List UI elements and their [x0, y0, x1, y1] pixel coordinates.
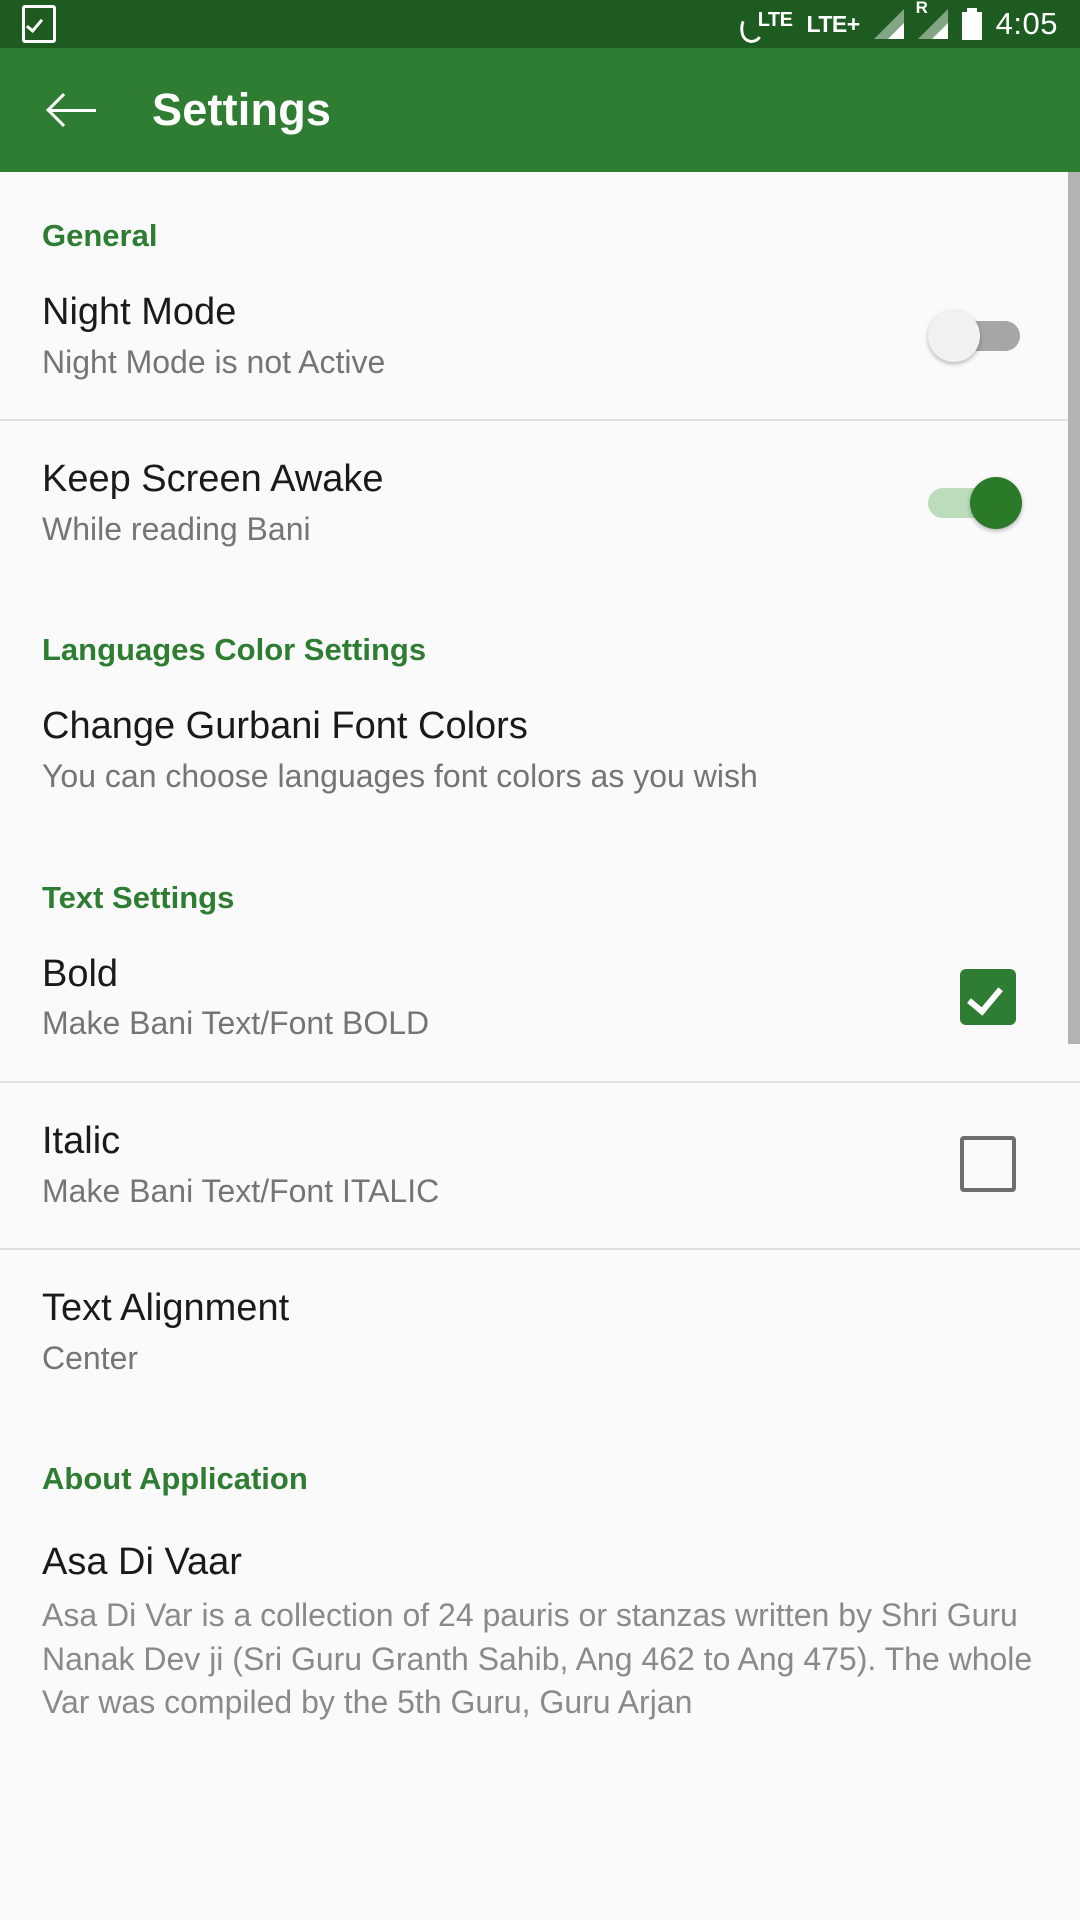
- row-text: Change Gurbani Font Colors You can choos…: [42, 704, 1038, 795]
- signal-bars-icon-2: [917, 9, 948, 39]
- row-text: Italic Make Bani Text/Font ITALIC: [42, 1119, 960, 1210]
- setting-subtitle: Center: [42, 1339, 139, 1376]
- row-text: Bold Make Bani Text/Font BOLD: [42, 952, 960, 1043]
- bold-checkbox[interactable]: [960, 969, 1016, 1026]
- status-bar: LTE LTE+ R 4:05: [0, 0, 1080, 48]
- back-arrow-icon[interactable]: [46, 83, 100, 137]
- row-text: Text Alignment Center: [42, 1286, 1038, 1377]
- setting-subtitle: While reading Bani: [42, 511, 311, 548]
- settings-list: General Night Mode Night Mode is not Act…: [0, 172, 1080, 1920]
- status-bar-right: LTE LTE+ R 4:05: [740, 0, 1058, 42]
- app-bar: Settings: [0, 48, 1080, 172]
- setting-row-italic[interactable]: Italic Make Bani Text/Font ITALIC: [0, 1083, 1080, 1248]
- keep-screen-awake-toggle[interactable]: [928, 476, 1024, 529]
- section-header-text-settings: Text Settings: [42, 879, 235, 915]
- setting-title: Night Mode: [42, 291, 237, 333]
- setting-title: Change Gurbani Font Colors: [42, 705, 528, 748]
- setting-subtitle: Make Bani Text/Font ITALIC: [42, 1172, 440, 1209]
- page-title: Settings: [152, 84, 332, 135]
- about-app-description: Asa Di Var is a collection of 24 pauris …: [42, 1597, 1033, 1720]
- check-icon: [967, 978, 1003, 1016]
- setting-row-night-mode[interactable]: Night Mode Night Mode is not Active: [0, 254, 1080, 419]
- call-lte-label: LTE: [757, 9, 793, 31]
- call-lte-icon: LTE: [740, 9, 793, 39]
- row-text: Night Mode Night Mode is not Active: [42, 290, 928, 381]
- row-text: Keep Screen Awake While reading Bani: [42, 457, 928, 548]
- setting-row-bold[interactable]: Bold Make Bani Text/Font BOLD: [0, 916, 1080, 1081]
- setting-subtitle: Make Bani Text/Font BOLD: [42, 1005, 430, 1042]
- network-type-label: LTE+: [806, 10, 860, 37]
- section-header-languages-color-settings: Languages Color Settings: [42, 632, 427, 668]
- night-mode-toggle[interactable]: [928, 309, 1024, 362]
- setting-row-keep-screen-awake[interactable]: Keep Screen Awake While reading Bani: [0, 421, 1080, 586]
- roaming-signal-icon: R: [916, 0, 948, 39]
- section-header-general: General: [42, 218, 158, 253]
- battery-icon: [961, 8, 982, 40]
- setting-title: Bold: [42, 952, 119, 995]
- italic-checkbox[interactable]: [960, 1136, 1016, 1193]
- clock-label: 4:05: [995, 6, 1058, 41]
- setting-row-text-alignment[interactable]: Text Alignment Center: [0, 1250, 1080, 1415]
- phone-handset-icon: [740, 15, 758, 39]
- setting-row-change-gurbani-font-colors[interactable]: Change Gurbani Font Colors You can choos…: [0, 668, 1080, 833]
- setting-subtitle: Night Mode is not Active: [42, 343, 386, 380]
- about-app-name: Asa Di Vaar: [42, 1541, 242, 1584]
- signal-bars-icon: [873, 9, 904, 39]
- checkbox-task-icon: [22, 5, 56, 43]
- setting-title: Italic: [42, 1119, 121, 1162]
- setting-subtitle: You can choose languages font colors as …: [42, 758, 758, 795]
- setting-title: Keep Screen Awake: [42, 458, 384, 501]
- status-bar-left: [22, 5, 56, 43]
- setting-title: Text Alignment: [42, 1287, 290, 1330]
- section-header-about-application: About Application: [42, 1461, 308, 1497]
